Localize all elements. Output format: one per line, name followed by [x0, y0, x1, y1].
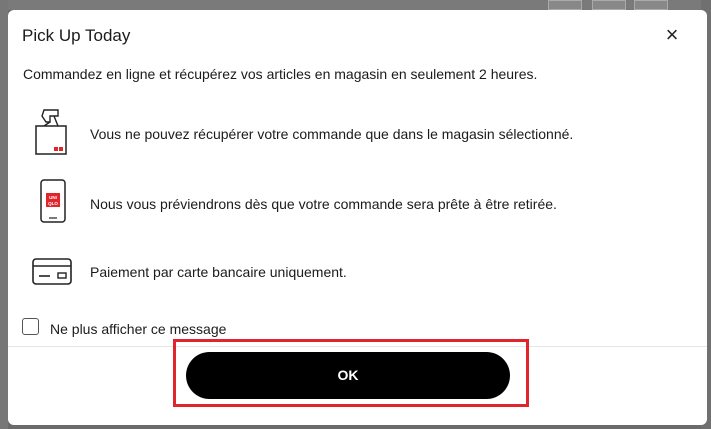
backdrop-left — [0, 0, 8, 429]
credit-card-icon — [32, 258, 72, 285]
info-row-notify: UNI QLO Nous vous préviendrons dès que v… — [8, 178, 698, 226]
phone-notification-icon: UNI QLO — [40, 179, 66, 223]
backdrop-swatch — [592, 0, 626, 10]
info-row-pickup: Vous ne pouvez récupérer votre commande … — [8, 108, 698, 156]
close-icon[interactable]: × — [662, 24, 682, 46]
info-text-payment: Paiement par carte bancaire uniquement. — [90, 264, 347, 280]
dialog-title: Pick Up Today — [22, 26, 131, 45]
pickup-box-icon — [35, 109, 67, 155]
info-text-pickup: Vous ne pouvez récupérer votre commande … — [90, 126, 574, 142]
info-row-payment: Paiement par carte bancaire uniquement. — [8, 246, 698, 294]
uniqlo-logo-text-top: UNI — [49, 195, 57, 200]
dont-show-again-checkbox[interactable] — [22, 318, 39, 335]
backdrop-swatch — [634, 0, 668, 10]
dialog-intro: Commandez en ligne et récupérez vos arti… — [23, 66, 538, 82]
backdrop-swatch — [548, 0, 582, 10]
uniqlo-logo-text-bottom: QLO — [48, 201, 58, 206]
dont-show-again-label[interactable]: Ne plus afficher ce message — [50, 321, 226, 337]
ok-button[interactable]: OK — [186, 352, 510, 399]
info-text-notify: Nous vous préviendrons dès que votre com… — [90, 196, 557, 212]
